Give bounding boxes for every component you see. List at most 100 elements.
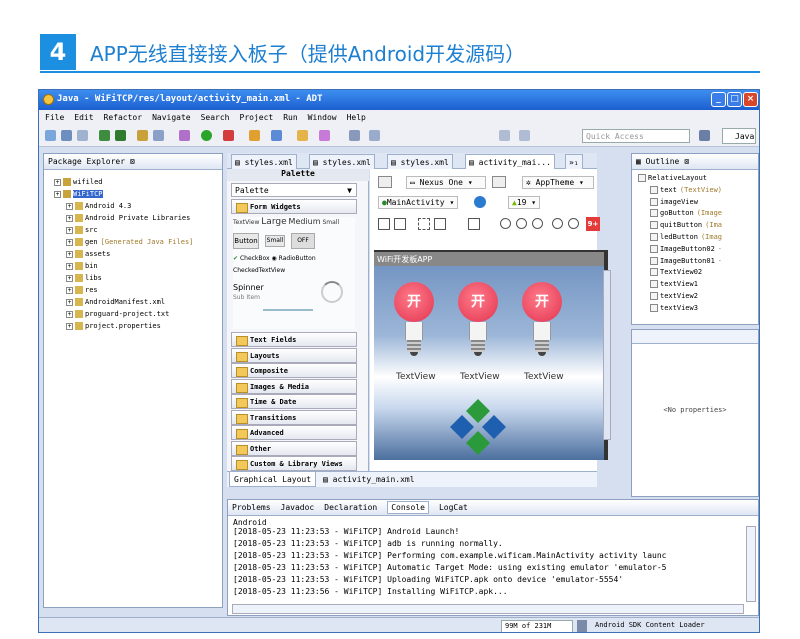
- editor-tab[interactable]: ▤ activity_mai...: [465, 154, 555, 169]
- large-text-sample[interactable]: Large: [261, 217, 286, 227]
- trash-icon[interactable]: [577, 620, 587, 632]
- tree-item[interactable]: + AndroidManifest.xml: [66, 298, 165, 306]
- forward-icon[interactable]: [519, 130, 530, 141]
- menu-help[interactable]: Help: [347, 113, 366, 122]
- preview-icon[interactable]: [468, 218, 480, 230]
- menu-edit[interactable]: Edit: [74, 113, 93, 122]
- menu-run[interactable]: Run: [283, 113, 297, 122]
- tree-item[interactable]: + proguard-project.txt: [66, 310, 169, 318]
- tree-item[interactable]: + bin: [66, 262, 98, 270]
- tree-item[interactable]: + res: [66, 286, 98, 294]
- progress-spinner-icon[interactable]: [321, 281, 343, 303]
- bulb-button-1[interactable]: 开: [394, 282, 434, 362]
- checkbox-sample[interactable]: CheckBox: [240, 255, 270, 262]
- small-text-sample[interactable]: Small: [322, 219, 339, 226]
- tree-item[interactable]: + project.properties: [66, 322, 161, 330]
- editor-tab[interactable]: ▤ styles.xml: [309, 154, 375, 169]
- tree-item[interactable]: + Android 4.3: [66, 202, 131, 210]
- progress-bar-sample[interactable]: [263, 309, 313, 311]
- expand-icon[interactable]: +: [66, 214, 73, 222]
- expand-icon[interactable]: +: [66, 286, 73, 294]
- tree-item[interactable]: + libs: [66, 274, 102, 282]
- expand-icon[interactable]: +: [66, 322, 73, 330]
- new-icon[interactable]: [45, 130, 56, 141]
- palette-group-open[interactable]: Form Widgets: [231, 199, 357, 214]
- palette-group[interactable]: Text Fields: [231, 332, 357, 347]
- api-level-selector[interactable]: ▲19 ▾: [508, 196, 541, 209]
- debug-icon[interactable]: [179, 130, 190, 141]
- expand-icon[interactable]: +: [66, 262, 73, 270]
- expand-icon[interactable]: +: [66, 250, 73, 258]
- expand-icon[interactable]: +: [66, 238, 73, 246]
- palette-group[interactable]: Custom & Library Views: [231, 456, 357, 471]
- run-icon[interactable]: [201, 130, 212, 141]
- console-hscrollbar[interactable]: [232, 604, 744, 614]
- bulb-button-3[interactable]: 开: [522, 282, 562, 362]
- zoom-out-icon[interactable]: [552, 218, 563, 229]
- outline-toggle-icon[interactable]: [434, 218, 446, 230]
- new-class-icon[interactable]: [249, 130, 260, 141]
- textview-2[interactable]: TextView: [460, 372, 500, 382]
- java-perspective-button[interactable]: Java: [722, 128, 756, 144]
- spinner-sample[interactable]: Spinner: [233, 283, 264, 292]
- open-type-icon[interactable]: [271, 130, 282, 141]
- back-icon[interactable]: [499, 130, 510, 141]
- checkbox-icon[interactable]: ✔: [233, 255, 238, 262]
- expand-icon[interactable]: +: [54, 190, 61, 198]
- console-tab-console[interactable]: Console: [387, 501, 429, 514]
- tree-item[interactable]: + src: [66, 226, 98, 234]
- next-annotation-icon[interactable]: [369, 130, 380, 141]
- tree-item[interactable]: + WiFiTCP: [54, 190, 103, 198]
- console-tab-logcat[interactable]: LogCat: [439, 503, 468, 512]
- console-tab-javadoc[interactable]: Javadoc: [281, 503, 315, 512]
- maximize-button[interactable]: □: [727, 92, 742, 107]
- emulate-size-icon[interactable]: [378, 218, 390, 230]
- tab-activity-xml[interactable]: ▤ activity_main.xml: [319, 472, 419, 487]
- palette-group[interactable]: Other: [231, 440, 357, 456]
- android-sdk-icon[interactable]: [99, 130, 110, 141]
- locale-icon[interactable]: [474, 196, 486, 208]
- canvas-scrollbar[interactable]: [603, 270, 611, 440]
- package-explorer-tab[interactable]: Package Explorer ⊠: [44, 154, 222, 170]
- button-sample[interactable]: Button: [233, 233, 259, 249]
- theme-selector[interactable]: ✲ AppTheme ▾: [522, 176, 594, 189]
- save-icon[interactable]: [61, 130, 72, 141]
- radio-sample[interactable]: RadioButton: [279, 255, 316, 262]
- palette-group[interactable]: Transitions: [231, 409, 357, 425]
- menu-window[interactable]: Window: [308, 113, 337, 122]
- lint-icon[interactable]: [137, 130, 148, 141]
- tree-item[interactable]: + wifiled: [54, 178, 103, 186]
- outline-item[interactable]: TextView02: [650, 268, 702, 277]
- zoom-fit-icon[interactable]: [500, 218, 511, 229]
- close-button[interactable]: ×: [743, 92, 758, 107]
- outline-item[interactable]: goButton (Image: [650, 209, 722, 218]
- checked-text-sample[interactable]: CheckedTextView: [233, 267, 285, 274]
- tree-item[interactable]: + Android Private Libraries: [66, 214, 190, 222]
- avd-manager-icon[interactable]: [115, 130, 126, 141]
- lint-warnings-icon[interactable]: 9+: [586, 217, 600, 231]
- expand-icon[interactable]: +: [66, 298, 73, 306]
- tab-graphical-layout[interactable]: Graphical Layout: [229, 472, 317, 487]
- console-scrollbar[interactable]: [746, 526, 756, 602]
- outline-item[interactable]: quitButton (Ima: [650, 221, 722, 230]
- outline-item[interactable]: ImageButton02-: [650, 244, 722, 253]
- activity-selector[interactable]: ●MainActivity ▾: [378, 196, 459, 209]
- textview-sample[interactable]: TextView: [233, 219, 259, 226]
- layout-config-icon[interactable]: [378, 176, 392, 188]
- textview-3[interactable]: TextView: [524, 372, 564, 382]
- palette-group[interactable]: Images & Media: [231, 378, 357, 394]
- menu-search[interactable]: Search: [201, 113, 230, 122]
- small-button-sample[interactable]: Small: [265, 235, 285, 247]
- minimize-button[interactable]: _: [711, 92, 726, 107]
- heap-status[interactable]: 99M of 231M: [501, 620, 573, 632]
- menu-navigate[interactable]: Navigate: [152, 113, 191, 122]
- outline-item[interactable]: textView3: [650, 303, 698, 312]
- menu-project[interactable]: Project: [240, 113, 274, 122]
- radio-icon[interactable]: ◉: [272, 255, 277, 262]
- palette-dropdown[interactable]: Palette ▼: [231, 183, 357, 197]
- tree-item[interactable]: + gen [Generated Java Files]: [66, 238, 193, 246]
- editor-tab[interactable]: ▤ styles.xml: [387, 154, 453, 169]
- outline-item[interactable]: imageView: [650, 197, 698, 206]
- print-icon[interactable]: [77, 130, 88, 141]
- grid-icon[interactable]: [418, 218, 430, 230]
